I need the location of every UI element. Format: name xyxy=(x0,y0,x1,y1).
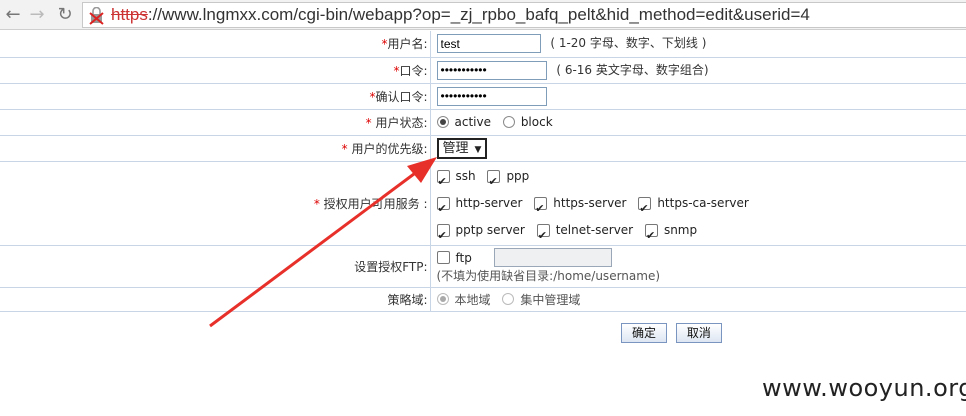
address-bar[interactable]: https://www.lngmxx.com/cgi-bin/webapp?op… xyxy=(82,2,966,28)
form-row-domain: 策略域: 本地域 集中管理域 xyxy=(0,287,966,312)
form-row-confirm: *确认口令: xyxy=(0,83,966,110)
forward-icon[interactable]: → xyxy=(26,4,48,26)
ftp-directory-input[interactable] xyxy=(493,248,612,267)
service-telnet-server-checkbox[interactable] xyxy=(536,222,550,249)
reload-icon[interactable]: ↻ xyxy=(54,4,76,26)
form-row-username: *用户名: ( 1-20 字母、数字、下划线 ) xyxy=(0,31,966,58)
password-input[interactable] xyxy=(436,60,547,80)
cancel-button[interactable]: 取消 xyxy=(675,323,722,343)
form-row-priority: * 用户的优先级: 管理 ▼ xyxy=(0,135,966,162)
domain-local-radio[interactable] xyxy=(436,293,449,305)
username-input[interactable] xyxy=(436,34,541,54)
status-active-label: active xyxy=(454,115,491,130)
services-line: http-server https-server https-ca-server xyxy=(436,190,966,222)
url-scheme: https xyxy=(111,5,148,24)
service-pptp-server-checkbox[interactable] xyxy=(436,222,450,249)
services-line: ssh ppp xyxy=(436,163,966,195)
domain-local-label: 本地域 xyxy=(454,292,491,307)
confirm-label: *确认口令: xyxy=(0,83,431,110)
ftp-note: (不填为使用缺省目录:/home/username) xyxy=(436,269,661,283)
status-label: * 用户状态: xyxy=(0,109,431,136)
password-label: *口令: xyxy=(0,57,431,84)
service-http-server-checkbox[interactable] xyxy=(436,195,450,222)
dropdown-caret-icon: ▼ xyxy=(474,144,482,155)
domain-central-label: 集中管理域 xyxy=(520,292,581,307)
services-line: pptp server telnet-server snmp xyxy=(436,217,966,249)
service-label: https-ca-server xyxy=(657,195,749,210)
service-label: https-server xyxy=(553,195,627,210)
priority-select[interactable]: 管理 ▼ xyxy=(436,137,488,159)
browser-toolbar: ← → ↻ https://www.lngmxx.com/cgi-bin/web… xyxy=(0,0,966,30)
password-hint: ( 6-16 英文字母、数字组合) xyxy=(556,62,709,77)
ftp-checkbox[interactable] xyxy=(436,251,450,264)
service-https-ca-server-checkbox[interactable] xyxy=(638,195,652,222)
domain-central-radio[interactable] xyxy=(502,293,515,305)
back-icon[interactable]: ← xyxy=(2,4,24,26)
url-text: https://www.lngmxx.com/cgi-bin/webapp?op… xyxy=(111,5,810,25)
confirm-button[interactable]: 确定 xyxy=(621,323,668,343)
user-edit-form: *用户名: ( 1-20 字母、数字、下划线 ) *口令: ( 6-16 英文字… xyxy=(0,31,966,312)
status-active-radio[interactable] xyxy=(436,116,449,129)
ftp-option-label: ftp xyxy=(455,250,472,265)
form-row-ftp: 设置授权FTP: ftp (不填为使用缺省目录:/home/username) xyxy=(0,245,966,288)
service-snmp-checkbox[interactable] xyxy=(644,222,658,249)
service-label: snmp xyxy=(663,222,698,237)
service-ssh-checkbox[interactable] xyxy=(436,168,450,195)
status-block-radio[interactable] xyxy=(502,116,515,129)
url-path: ://www.lngmxx.com/cgi-bin/webapp?op=_zj_… xyxy=(147,5,810,24)
watermark: www.wooyun.org xyxy=(762,374,966,402)
ftp-label: 设置授权FTP: xyxy=(0,245,431,288)
service-https-server-checkbox[interactable] xyxy=(534,195,548,222)
service-label: telnet-server xyxy=(555,222,634,237)
service-label: http-server xyxy=(455,195,523,210)
form-row-services: * 授权用户可用服务 : ssh ppp http-server https-s… xyxy=(0,161,966,249)
username-hint: ( 1-20 字母、数字、下划线 ) xyxy=(550,36,707,51)
priority-label: * 用户的优先级: xyxy=(0,135,431,162)
form-row-password: *口令: ( 6-16 英文字母、数字组合) xyxy=(0,57,966,84)
service-label: ppp xyxy=(506,168,530,183)
broken-lock-icon xyxy=(89,7,104,25)
service-label: pptp server xyxy=(455,222,525,237)
form-row-status: * 用户状态: active block xyxy=(0,109,966,136)
service-label: ssh xyxy=(455,168,476,183)
confirm-password-input[interactable] xyxy=(436,86,547,106)
form-buttons: 确定 取消 xyxy=(621,323,727,343)
username-label: *用户名: xyxy=(0,31,431,58)
service-ppp-checkbox[interactable] xyxy=(487,168,501,195)
domain-label: 策略域: xyxy=(0,287,431,312)
services-label: * 授权用户可用服务 : xyxy=(0,161,431,246)
status-block-label: block xyxy=(520,115,553,130)
